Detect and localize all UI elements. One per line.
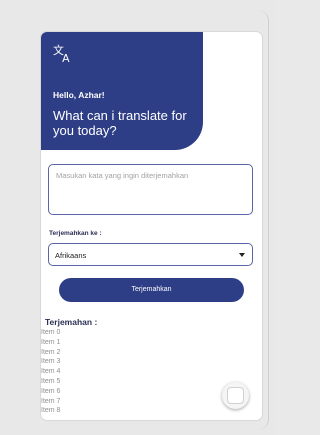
list-item: Item 7 xyxy=(41,397,61,405)
result-list: Item 0 Item 1 Item 2 Item 3 Item 4 Item … xyxy=(41,328,60,416)
header-panel: 文 A Hello, Azhar! What can i translate f… xyxy=(41,32,203,150)
greeting-text: Hello, Azhar! xyxy=(53,90,105,100)
list-item: Item 5 xyxy=(41,377,61,385)
square-icon xyxy=(227,387,244,404)
list-item: Item 0 xyxy=(41,329,61,336)
translate-icon: 文 A xyxy=(53,43,70,63)
text-to-translate-input[interactable] xyxy=(48,164,253,215)
headline-text: What can i translate for you today? xyxy=(53,108,187,138)
language-dropdown[interactable]: Afrikaans xyxy=(48,243,253,266)
floating-action-button[interactable] xyxy=(222,382,249,409)
svg-text:A: A xyxy=(62,52,70,63)
list-item: Item 8 xyxy=(41,407,61,415)
list-item: Item 3 xyxy=(41,358,61,366)
target-language-label: Terjemahkan ke : xyxy=(49,230,102,237)
screen: 文 A Hello, Azhar! What can i translate f… xyxy=(0,0,274,435)
selected-language: Afrikaans xyxy=(55,251,87,260)
result-title: Terjemahan : xyxy=(45,317,98,327)
list-item: Item 6 xyxy=(41,387,61,395)
dropdown-arrow-icon xyxy=(239,253,245,257)
app-screen: 文 A Hello, Azhar! What can i translate f… xyxy=(41,32,262,420)
list-item: Item 1 xyxy=(41,338,61,346)
list-item: Item 4 xyxy=(41,368,61,376)
translate-button[interactable]: Terjemahkan xyxy=(59,278,244,302)
list-item: Item 2 xyxy=(41,348,61,356)
